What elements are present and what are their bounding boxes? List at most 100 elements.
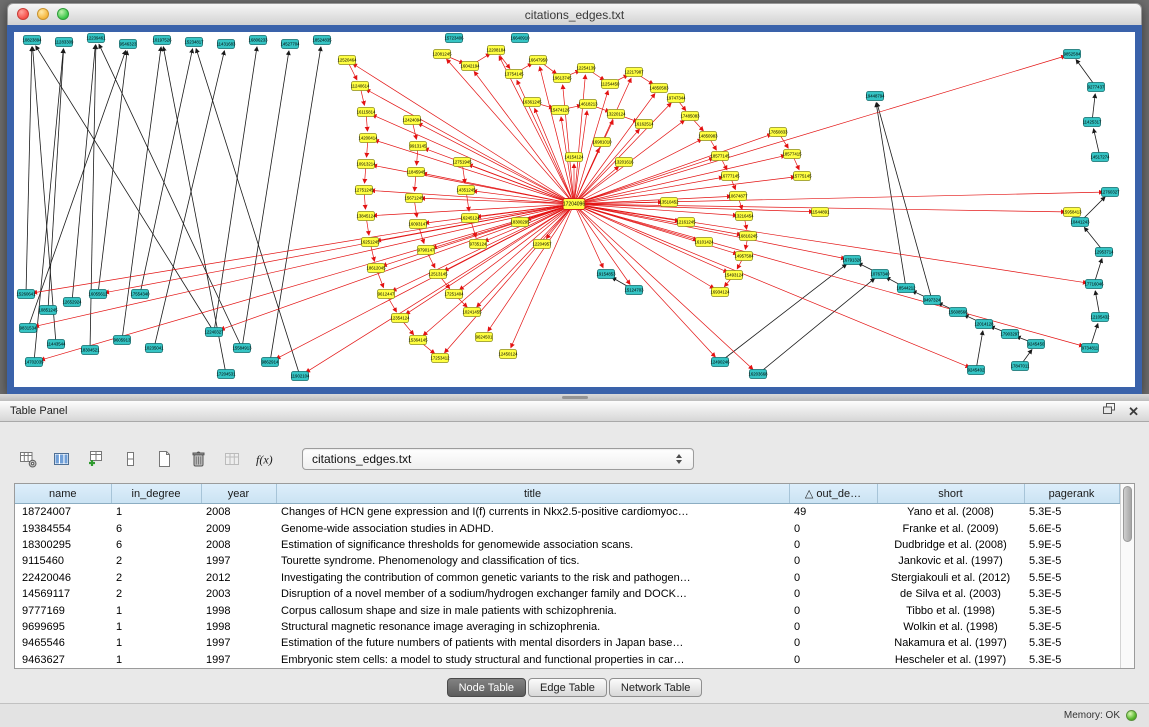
cell-out_degree[interactable]: 0 xyxy=(789,570,877,586)
graph-node[interactable]: 12424094 xyxy=(402,116,422,125)
graph-node[interactable]: 11431683 xyxy=(217,40,236,49)
cell-in_degree[interactable]: 1 xyxy=(111,602,201,618)
graph-node[interactable]: 12520464 xyxy=(337,56,357,65)
table-row[interactable]: 946554611997Estimation of the future num… xyxy=(15,635,1119,651)
cell-name[interactable]: 22420046 xyxy=(15,570,111,586)
graph-node[interactable]: 16245124 xyxy=(460,214,480,223)
graph-node[interactable]: 14351245 xyxy=(456,186,476,195)
graph-edge[interactable] xyxy=(242,51,289,348)
graph-node[interactable]: 18304521 xyxy=(80,346,100,355)
graph-node[interactable]: 14850583 xyxy=(649,84,669,93)
graph-node[interactable]: 10767340 xyxy=(870,270,890,279)
graph-node[interactable]: 16093147 xyxy=(408,220,428,229)
graph-node[interactable]: 9790147 xyxy=(418,246,435,255)
cell-in_degree[interactable]: 2 xyxy=(111,586,201,602)
graph-node[interactable]: 15493124 xyxy=(724,271,744,280)
graph-node[interactable]: 12014128 xyxy=(974,320,994,329)
column-header-title[interactable]: title xyxy=(276,484,789,504)
graph-node[interactable]: 14957584 xyxy=(734,252,754,261)
graph-hub-node[interactable]: 17204096 xyxy=(563,199,585,210)
graph-node[interactable]: 13510452 xyxy=(659,198,679,207)
network-table-selector[interactable]: citations_edges.txt xyxy=(302,448,694,470)
table-row[interactable]: 946362711997Embryonic stem cells: a mode… xyxy=(15,652,1119,668)
cell-pagerank[interactable]: 5.6E-5 xyxy=(1024,520,1119,536)
column-header-short[interactable]: short xyxy=(877,484,1024,504)
cell-short[interactable]: Hescheler et al. (1997) xyxy=(877,652,1024,668)
new-table-icon[interactable] xyxy=(152,448,177,470)
graph-node[interactable]: 13754145 xyxy=(504,70,524,79)
graph-edge[interactable] xyxy=(574,196,731,204)
minimize-window-button[interactable] xyxy=(37,8,49,20)
graph-node[interactable]: 16647950 xyxy=(528,56,548,65)
graph-node[interactable]: 15260641 xyxy=(16,290,36,299)
cell-title[interactable]: Disruption of a novel member of a sodium… xyxy=(276,586,789,602)
cell-title[interactable]: Changes of HCN gene expression and I(f) … xyxy=(276,504,789,521)
cell-name[interactable]: 9465546 xyxy=(15,635,111,651)
graph-node[interactable]: 17204531 xyxy=(216,370,236,379)
table-row[interactable]: 2242004622012Investigating the contribut… xyxy=(15,570,1119,586)
graph-node[interactable]: 16115814 xyxy=(357,108,376,117)
column-header-in_degree[interactable]: in_degree xyxy=(111,484,201,504)
cell-short[interactable]: Yano et al. (2008) xyxy=(877,504,1024,521)
graph-node[interactable]: 12161245 xyxy=(676,218,696,227)
cell-short[interactable]: Jankovic et al. (1997) xyxy=(877,553,1024,569)
table-row[interactable]: 977716911998Corpus callosum shape and si… xyxy=(15,602,1119,618)
cell-in_degree[interactable]: 1 xyxy=(111,504,201,521)
show-columns-icon[interactable] xyxy=(50,448,75,470)
cell-year[interactable]: 2008 xyxy=(201,537,276,553)
table-row[interactable]: 1830029562008Estimation of significance … xyxy=(15,537,1119,553)
graph-edge[interactable] xyxy=(99,44,242,348)
graph-node[interactable]: 17554340 xyxy=(130,290,150,299)
delete-table-icon[interactable] xyxy=(220,448,245,470)
cell-short[interactable]: Dudbridge et al. (2008) xyxy=(877,537,1024,553)
graph-node[interactable]: 11902104 xyxy=(291,372,310,381)
graph-node[interactable]: 16101424 xyxy=(694,238,714,247)
cell-name[interactable]: 9115460 xyxy=(15,553,111,569)
graph-node[interactable]: 13220124 xyxy=(606,110,626,119)
cell-short[interactable]: Nakamura et al. (1997) xyxy=(877,635,1024,651)
graph-edge[interactable] xyxy=(196,49,300,376)
graph-node[interactable]: 10241455 xyxy=(462,308,482,317)
graph-node[interactable]: 10823894 xyxy=(22,36,42,45)
column-header-year[interactable]: year xyxy=(201,484,276,504)
graph-node[interactable]: 10674877 xyxy=(728,192,748,201)
graph-node[interactable]: 15608566 xyxy=(948,308,968,317)
cell-name[interactable]: 19384554 xyxy=(15,520,111,536)
graph-edge[interactable] xyxy=(406,204,574,314)
graph-node[interactable]: 9624501 xyxy=(476,333,493,342)
graph-node[interactable]: 11240614 xyxy=(351,82,370,91)
graph-edge[interactable] xyxy=(574,204,1087,283)
cell-out_degree[interactable]: 0 xyxy=(789,537,877,553)
graph-node[interactable]: 10913214 xyxy=(356,160,376,169)
cell-short[interactable]: Stergiakouli et al. (2012) xyxy=(877,570,1024,586)
graph-node[interactable]: 9245402 xyxy=(968,366,985,375)
cell-in_degree[interactable]: 2 xyxy=(111,570,201,586)
graph-node[interactable]: 13201616 xyxy=(614,158,634,167)
graph-node[interactable]: 12204957 xyxy=(532,240,552,249)
graph-node[interactable]: 11254450 xyxy=(601,80,620,89)
cell-out_degree[interactable]: 0 xyxy=(789,520,877,536)
cell-year[interactable]: 2009 xyxy=(201,520,276,536)
graph-node[interactable]: 14200414 xyxy=(358,134,378,143)
graph-node[interactable]: 18577415 xyxy=(782,150,802,159)
graph-node[interactable]: 18544212 xyxy=(896,284,916,293)
graph-node[interactable]: 12760327 xyxy=(1100,188,1120,197)
graph-node[interactable]: 17253412 xyxy=(430,354,450,363)
cell-pagerank[interactable]: 5.3E-5 xyxy=(1024,504,1119,521)
graph-node[interactable]: 16640910 xyxy=(510,34,530,43)
graph-node[interactable]: 9734811 xyxy=(1082,344,1099,353)
cell-title[interactable]: Structural magnetic resonance image aver… xyxy=(276,619,789,635)
graph-node[interactable]: 11845945 xyxy=(407,168,426,177)
graph-node[interactable]: 18524835 xyxy=(312,36,332,45)
graph-node[interactable]: 13845124 xyxy=(356,212,376,221)
cell-name[interactable]: 18724007 xyxy=(15,504,111,521)
graph-node[interactable]: 9245450 xyxy=(1028,340,1045,349)
graph-node[interactable]: 15775145 xyxy=(792,172,812,181)
graph-edge[interactable] xyxy=(33,47,56,344)
graph-node[interactable]: 9277437 xyxy=(1088,83,1105,92)
new-column-icon[interactable] xyxy=(84,448,109,470)
table-mode-icon[interactable] xyxy=(16,448,41,470)
cell-title[interactable]: Estimation of significance thresholds fo… xyxy=(276,537,789,553)
table-scrollbar[interactable] xyxy=(1120,484,1135,668)
cell-pagerank[interactable]: 5.3E-5 xyxy=(1024,602,1119,618)
